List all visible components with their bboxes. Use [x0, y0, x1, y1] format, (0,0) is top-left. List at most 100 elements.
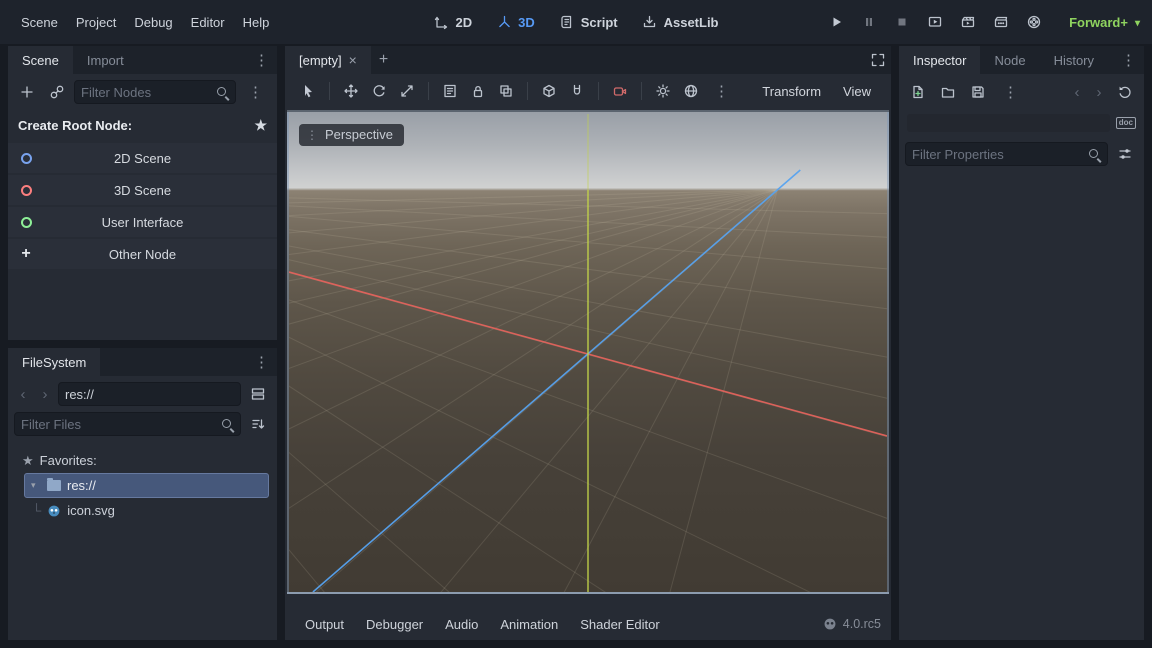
create-other-node-row[interactable]: + Other Node — [8, 239, 277, 269]
pause-button[interactable] — [856, 10, 882, 34]
preview-environment-button[interactable] — [678, 79, 704, 103]
inspector-dock-menu-icon[interactable]: ⋮ — [1113, 51, 1144, 69]
move-tool-button[interactable] — [338, 79, 364, 103]
open-documentation-icon[interactable]: doc — [1116, 117, 1136, 129]
tab-scene-label: Scene — [22, 53, 59, 68]
preview-sunlight-button[interactable] — [650, 79, 676, 103]
lock-selected-button[interactable] — [465, 79, 491, 103]
local-space-button[interactable] — [536, 79, 562, 103]
menu-debug[interactable]: Debug — [125, 10, 181, 35]
bottom-panel-shader-editor[interactable]: Shader Editor — [570, 611, 670, 638]
divider — [527, 82, 528, 100]
viewport-grid — [289, 112, 887, 592]
run-custom-scene-button[interactable] — [988, 10, 1014, 34]
workspace-assetlib-button[interactable]: AssetLib — [632, 9, 729, 35]
bottom-panel-audio[interactable]: Audio — [435, 611, 488, 638]
chevron-down-icon: ▾ — [1135, 16, 1140, 29]
workspace-2d-button[interactable]: 2D — [424, 9, 483, 35]
stop-button[interactable] — [889, 10, 915, 34]
create-3d-scene-row[interactable]: 3D Scene — [8, 175, 277, 205]
nav-back-button[interactable]: ‹ — [14, 386, 32, 403]
favorites-row[interactable]: ★ Favorites: — [16, 448, 269, 473]
camera-preview-button[interactable] — [607, 79, 633, 103]
resource-extra-menu-icon[interactable]: ⋮ — [995, 83, 1026, 101]
bottom-panel-output[interactable]: Output — [295, 611, 354, 638]
filesystem-dock-menu-icon[interactable]: ⋮ — [246, 353, 277, 371]
history-icon — [1117, 84, 1133, 100]
add-node-button[interactable] — [14, 80, 40, 104]
tab-filesystem-label: FileSystem — [22, 355, 86, 370]
res-root-row[interactable]: ▾ res:// — [24, 473, 269, 498]
new-resource-button[interactable] — [905, 80, 931, 104]
snap-toggle-button[interactable] — [564, 79, 590, 103]
rotate-tool-button[interactable] — [366, 79, 392, 103]
favorites-star-icon[interactable]: ★ — [254, 117, 267, 134]
inspector-filter-toolbar — [899, 136, 1144, 172]
perspective-menu[interactable]: ⋮ Perspective — [299, 124, 404, 146]
property-tools-button[interactable] — [1112, 142, 1138, 166]
topbar-right: Forward+ ▾ — [823, 10, 1140, 34]
nav-forward-button[interactable]: › — [36, 386, 54, 403]
bottom-panel-debugger[interactable]: Debugger — [356, 611, 433, 638]
filter-files-input[interactable] — [21, 417, 220, 432]
tab-filesystem[interactable]: FileSystem — [8, 348, 100, 376]
instance-scene-button[interactable] — [44, 80, 70, 104]
run-scene-button[interactable] — [922, 10, 948, 34]
rotate-icon — [371, 83, 387, 99]
bottom-panel-animation[interactable]: Animation — [490, 611, 568, 638]
movie-maker-button[interactable] — [1021, 10, 1047, 34]
scene-tab-empty[interactable]: [empty] × — [285, 46, 371, 74]
renderer-selector[interactable]: Forward+ ▾ — [1069, 15, 1140, 30]
file-sort-button[interactable] — [245, 412, 271, 436]
menu-project[interactable]: Project — [67, 10, 125, 35]
topbar: Scene Project Debug Editor Help 2D 3D Sc… — [0, 0, 1152, 44]
list-select-button[interactable] — [437, 79, 463, 103]
run-current-scene-button[interactable] — [955, 10, 981, 34]
workspace-script-button[interactable]: Script — [549, 9, 628, 35]
transform-menu[interactable]: Transform — [752, 79, 831, 104]
tab-inspector[interactable]: Inspector — [899, 46, 980, 74]
viewport-3d[interactable]: ⋮ Perspective — [287, 110, 889, 594]
history-back-button[interactable]: ‹ — [1068, 84, 1086, 101]
3d-icon — [496, 14, 512, 30]
menu-scene[interactable]: Scene — [12, 10, 67, 35]
tab-history[interactable]: History — [1040, 46, 1108, 74]
scale-tool-button[interactable] — [394, 79, 420, 103]
save-resource-button[interactable] — [965, 80, 991, 104]
tab-import-label: Import — [87, 53, 124, 68]
current-path-input[interactable] — [65, 387, 234, 402]
filter-nodes-input[interactable] — [81, 85, 215, 100]
create-2d-scene-row[interactable]: 2D Scene — [8, 143, 277, 173]
workspace-3d-button[interactable]: 3D — [486, 9, 545, 35]
magnet-icon — [569, 83, 585, 99]
load-resource-button[interactable] — [935, 80, 961, 104]
assetlib-download-icon — [642, 14, 658, 30]
create-ui-scene-row[interactable]: User Interface — [8, 207, 277, 237]
group-selected-button[interactable] — [493, 79, 519, 103]
filter-properties-input[interactable] — [912, 147, 1087, 162]
menu-editor[interactable]: Editor — [182, 10, 234, 35]
object-history-button[interactable] — [1112, 80, 1138, 104]
viewport-options-menu-icon[interactable]: ⋮ — [706, 82, 737, 100]
tab-node[interactable]: Node — [980, 46, 1039, 74]
tab-scene[interactable]: Scene — [8, 46, 73, 74]
scene-dock-menu-icon[interactable]: ⋮ — [246, 51, 277, 69]
chevron-down-icon[interactable]: ▾ — [31, 480, 41, 491]
select-tool-button[interactable] — [295, 79, 321, 103]
scene-toolbar-menu-icon[interactable]: ⋮ — [240, 83, 271, 101]
scene-tabs: [empty] × + — [285, 46, 891, 74]
expand-viewport-button[interactable] — [865, 48, 891, 72]
new-scene-tab-button[interactable]: + — [371, 51, 396, 69]
toggle-split-mode-button[interactable] — [245, 382, 271, 406]
sort-icon — [250, 416, 266, 432]
close-icon[interactable]: × — [349, 52, 357, 68]
view-menu[interactable]: View — [833, 79, 881, 104]
menu-help[interactable]: Help — [234, 10, 279, 35]
play-button[interactable] — [823, 10, 849, 34]
history-forward-button[interactable]: › — [1090, 84, 1108, 101]
tab-import[interactable]: Import — [73, 46, 138, 74]
tab-node-label: Node — [994, 53, 1025, 68]
tab-history-label: History — [1054, 53, 1094, 68]
file-row-icon-svg[interactable]: └ icon.svg — [16, 498, 269, 523]
filesystem-filter-toolbar — [8, 412, 277, 442]
